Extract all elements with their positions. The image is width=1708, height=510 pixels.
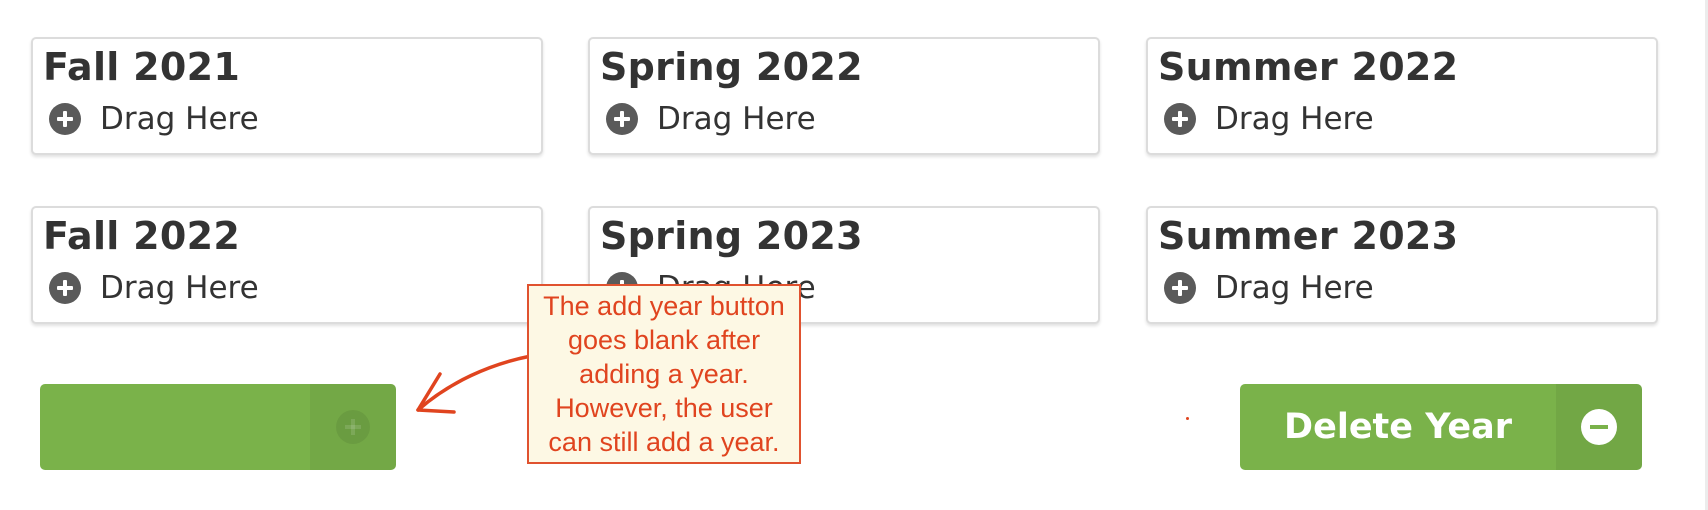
course-drop-zone[interactable]: Drag Here xyxy=(1164,270,1374,306)
drop-zone-label: Drag Here xyxy=(1215,101,1374,137)
course-drop-zone[interactable]: Drag Here xyxy=(1164,101,1374,137)
add-year-button-label xyxy=(40,384,356,470)
annotation-dot xyxy=(1186,417,1189,420)
drop-zone-label: Drag Here xyxy=(100,270,259,306)
term-card-summer-2022: Summer 2022 Drag Here xyxy=(1146,37,1658,155)
course-drop-zone[interactable]: Drag Here xyxy=(49,101,259,137)
delete-year-icon-zone xyxy=(1556,384,1642,470)
delete-year-button-label: Delete Year xyxy=(1284,407,1512,447)
term-title: Summer 2023 xyxy=(1158,214,1459,258)
delete-year-button[interactable]: Delete Year xyxy=(1240,384,1642,470)
term-card-summer-2023: Summer 2023 Drag Here xyxy=(1146,206,1658,324)
minus-circle-icon xyxy=(1581,409,1617,445)
drop-zone-label: Drag Here xyxy=(1215,270,1374,306)
add-year-icon-zone xyxy=(310,384,396,470)
term-title: Summer 2022 xyxy=(1158,45,1459,89)
drop-zone-label: Drag Here xyxy=(100,101,259,137)
plus-circle-icon xyxy=(336,410,370,444)
degree-planner-page: Fall 2021 Drag Here Spring 2022 Drag Her… xyxy=(0,0,1708,510)
term-title: Spring 2023 xyxy=(600,214,863,258)
course-drop-zone[interactable]: Drag Here xyxy=(606,101,816,137)
term-card-fall-2022: Fall 2022 Drag Here xyxy=(31,206,543,324)
annotation-arrow-icon xyxy=(416,354,533,414)
annotation-note: The add year button goes blank after add… xyxy=(527,284,801,464)
term-card-fall-2021: Fall 2021 Drag Here xyxy=(31,37,543,155)
plus-circle-icon xyxy=(1164,103,1196,135)
add-year-button[interactable] xyxy=(40,384,396,470)
term-title: Fall 2021 xyxy=(43,45,241,89)
term-title: Fall 2022 xyxy=(43,214,241,258)
term-title: Spring 2022 xyxy=(600,45,863,89)
drop-zone-label: Drag Here xyxy=(657,101,816,137)
plus-circle-icon xyxy=(606,103,638,135)
plus-circle-icon xyxy=(49,103,81,135)
plus-circle-icon xyxy=(1164,272,1196,304)
term-card-spring-2022: Spring 2022 Drag Here xyxy=(588,37,1100,155)
plus-circle-icon xyxy=(49,272,81,304)
course-drop-zone[interactable]: Drag Here xyxy=(49,270,259,306)
